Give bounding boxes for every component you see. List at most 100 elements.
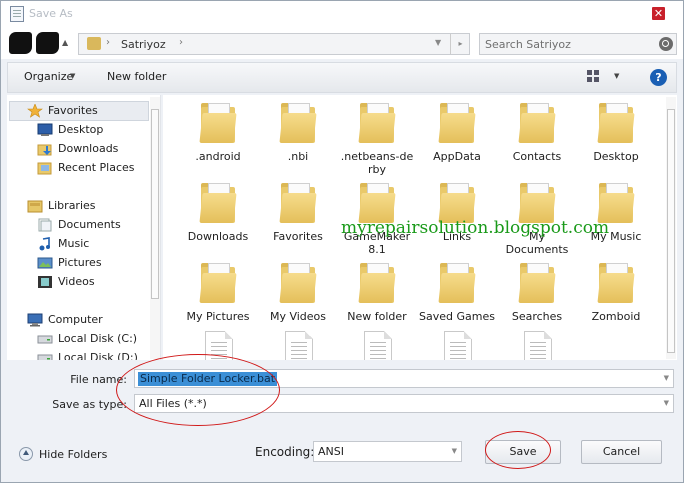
- close-button[interactable]: ✕: [652, 7, 665, 20]
- breadcrumb-location[interactable]: Satriyoz: [121, 38, 166, 51]
- scrollbar-thumb[interactable]: [667, 109, 675, 353]
- change-view-icon[interactable]: [587, 70, 601, 84]
- file-item[interactable]: [259, 331, 337, 360]
- folder-item[interactable]: .nbi: [259, 101, 337, 163]
- folder-icon: [436, 261, 478, 307]
- videos-icon: [37, 275, 53, 289]
- folder-item[interactable]: Zomboid: [577, 261, 655, 323]
- refresh-icon[interactable]: ▸: [450, 34, 470, 54]
- breadcrumb-separator[interactable]: ›: [179, 37, 183, 48]
- sidebar-item-label: Videos: [58, 275, 95, 288]
- folder-item[interactable]: Saved Games: [418, 261, 496, 323]
- chevron-down-icon[interactable]: ▼: [664, 374, 669, 382]
- encoding-value: ANSI: [318, 445, 344, 458]
- folder-item[interactable]: Desktop: [577, 101, 655, 163]
- encoding-label: Encoding:: [255, 445, 315, 459]
- sidebar-item-label: Music: [58, 237, 90, 250]
- sidebar-item-label: Pictures: [58, 256, 102, 269]
- folder-item[interactable]: AppData: [418, 101, 496, 163]
- forward-button[interactable]: [36, 32, 59, 54]
- file-icon: [516, 331, 558, 360]
- search-icon[interactable]: [659, 37, 673, 51]
- folder-icon: [277, 101, 319, 147]
- file-label: New folder: [347, 310, 407, 323]
- file-label: .android: [195, 150, 241, 163]
- star-icon: [27, 103, 43, 118]
- sidebar-item-label: Libraries: [48, 199, 96, 212]
- folder-icon: [356, 261, 398, 307]
- file-label: Downloads: [187, 230, 249, 243]
- folder-icon: [277, 181, 319, 227]
- folder-item[interactable]: .netbeans-de rby: [338, 101, 416, 176]
- file-label: AppData: [433, 150, 481, 163]
- folder-item[interactable]: My Pictures: [179, 261, 257, 323]
- folder-item[interactable]: Favorites: [259, 181, 337, 243]
- file-icon: [436, 331, 478, 360]
- folder-item[interactable]: .android: [179, 101, 257, 163]
- organize-button[interactable]: Organize: [24, 70, 73, 83]
- file-label: My Pictures: [186, 310, 250, 323]
- notepad-icon: [10, 6, 24, 22]
- folder-icon: [356, 101, 398, 147]
- command-toolbar: Organize ▼ New folder ▼ ?: [7, 62, 677, 93]
- folder-icon: [516, 101, 558, 147]
- file-item[interactable]: [498, 331, 576, 360]
- downloads-icon: [37, 142, 53, 156]
- breadcrumb-separator[interactable]: ›: [106, 37, 110, 48]
- file-item[interactable]: [418, 331, 496, 360]
- folder-item[interactable]: Downloads: [179, 181, 257, 243]
- computer-icon: [27, 313, 43, 327]
- disk-icon: [37, 351, 53, 360]
- recent-pages-icon[interactable]: ▲: [62, 38, 68, 47]
- chevron-down-icon[interactable]: ▼: [70, 72, 75, 80]
- cancel-button[interactable]: Cancel: [581, 440, 662, 464]
- navigation-pane: Favorites Desktop Downloads Recent Place…: [7, 95, 161, 360]
- hide-folders-button[interactable]: Hide Folders: [39, 448, 107, 461]
- sidebar-item-label: Favorites: [48, 104, 98, 117]
- recent-places-icon: [37, 161, 53, 175]
- chevron-down-icon[interactable]: ▼: [614, 72, 619, 80]
- watermark-text: myrepairsolution.blogspot.com: [341, 218, 610, 238]
- window-title: Save As: [29, 7, 73, 20]
- address-bar[interactable]: › Satriyoz › ▼ ▸: [78, 33, 470, 55]
- music-icon: [37, 237, 53, 251]
- search-input[interactable]: Search Satriyoz: [479, 33, 677, 55]
- folder-icon: [197, 101, 239, 147]
- file-label: Desktop: [593, 150, 639, 163]
- file-label: Contacts: [512, 150, 562, 163]
- folder-icon: [595, 101, 637, 147]
- file-icon: [277, 331, 319, 360]
- folder-item[interactable]: My Videos: [259, 261, 337, 323]
- folder-icon: [197, 261, 239, 307]
- chevron-down-icon[interactable]: ▼: [435, 38, 441, 47]
- folder-item[interactable]: Searches: [498, 261, 576, 323]
- folder-item[interactable]: New folder: [338, 261, 416, 323]
- folder-icon: [87, 37, 101, 50]
- help-icon[interactable]: ?: [650, 69, 667, 86]
- file-item[interactable]: [338, 331, 416, 360]
- documents-icon: [37, 218, 53, 232]
- folder-item[interactable]: Contacts: [498, 101, 576, 163]
- back-button[interactable]: [9, 32, 32, 54]
- sidebar-item-label: Local Disk (D:): [58, 351, 138, 360]
- dialog-footer: Hide Folders Encoding: ANSI ▼ Save Cance…: [7, 429, 677, 477]
- save-form: File name: Simple Folder Locker.bat ▼ Sa…: [7, 361, 677, 416]
- scrollbar-thumb[interactable]: [151, 109, 159, 299]
- file-label: My Videos: [269, 310, 327, 323]
- sidebar-item-label: Local Disk (C:): [58, 332, 138, 345]
- collapse-icon[interactable]: [19, 447, 33, 461]
- file-label: .netbeans-de rby: [340, 150, 414, 176]
- pictures-icon: [37, 256, 53, 270]
- sidebar-scrollbar[interactable]: [150, 97, 160, 359]
- encoding-select[interactable]: ANSI ▼: [313, 441, 462, 462]
- file-icon: [356, 331, 398, 360]
- search-placeholder: Search Satriyoz: [485, 38, 571, 51]
- chevron-down-icon[interactable]: ▼: [664, 399, 669, 407]
- new-folder-button[interactable]: New folder: [107, 70, 166, 83]
- file-label: Favorites: [273, 230, 323, 243]
- sidebar-item-label: Computer: [48, 313, 103, 326]
- sidebar-item-label: Recent Places: [58, 161, 135, 174]
- file-list-scrollbar[interactable]: [666, 97, 676, 359]
- chevron-down-icon[interactable]: ▼: [452, 447, 457, 455]
- navigation-bar: ▲ › Satriyoz › ▼ ▸ Search Satriyoz: [1, 27, 683, 59]
